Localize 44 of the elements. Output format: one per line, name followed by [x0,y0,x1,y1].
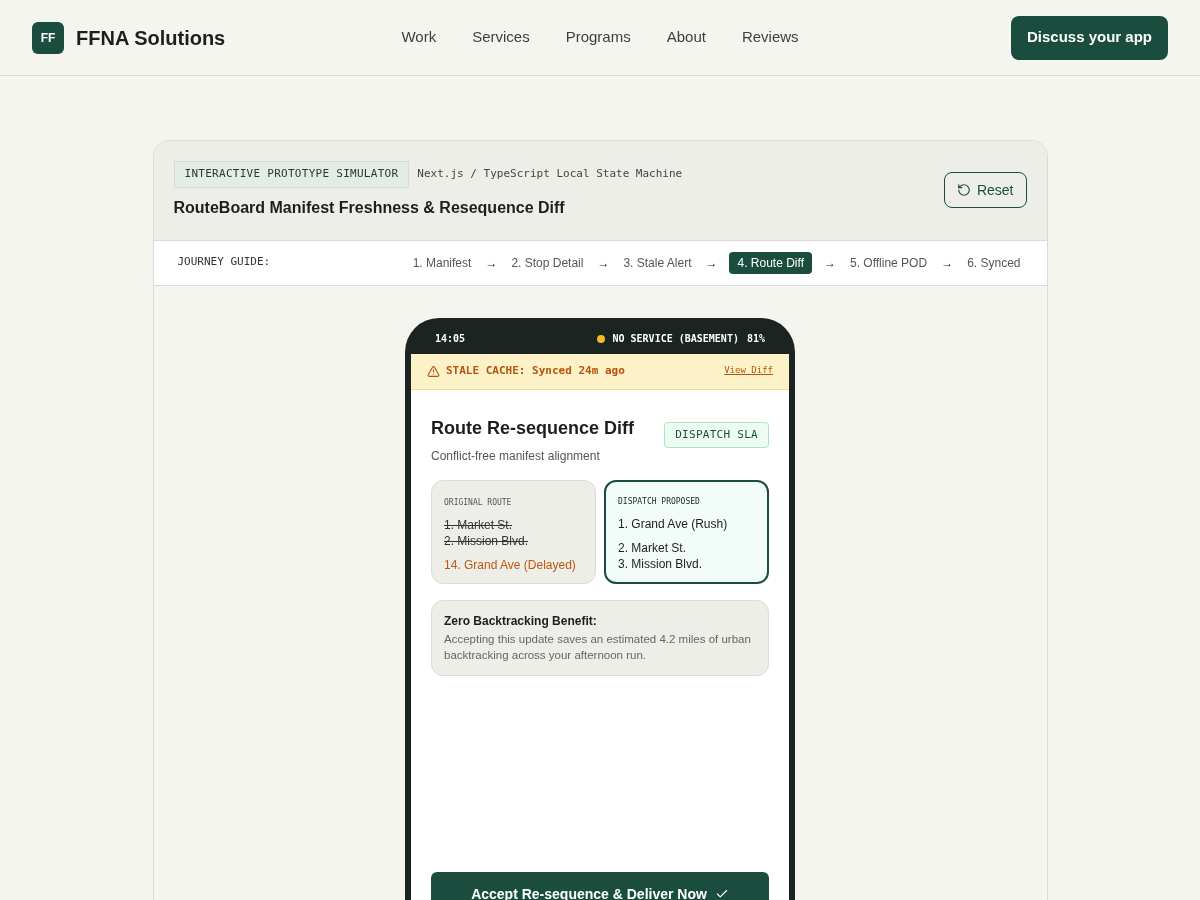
journey-step[interactable]: 6. Synced [965,253,1023,272]
route-stop: 14. Grand Ave (Delayed) [444,556,577,573]
arrow-separator: → [823,254,836,272]
journey-step[interactable]: 1. Manifest [410,253,474,272]
status-time: 14:05 [435,332,466,346]
nav-link[interactable]: Programs [565,26,631,49]
reset-icon [956,183,971,198]
view-diff-link[interactable]: View Diff [724,364,773,378]
nav-link[interactable]: Services [472,26,530,49]
benefit-title: Zero Backtracking Benefit: [444,612,598,629]
discuss-button[interactable]: Discuss your app [1010,15,1168,60]
diff-title: Route Re-sequence Diff [431,416,635,440]
stack-label: Next.js / TypeScript Local State Machine [417,166,683,182]
route-stop: 2. Market St. [618,539,688,556]
route-stop: 1. Grand Ave (Rush) [618,515,729,532]
dispatch-sla-tag: DISPATCH SLA [664,421,769,448]
reset-button[interactable]: Reset [943,172,1027,209]
journey-step[interactable]: 4. Route Diff [729,251,812,274]
route-stop: 1. Market St. [444,516,514,533]
journey-label: JOURNEY GUIDE: [177,254,271,271]
nav-link[interactable]: Reviews [741,26,799,49]
arrow-separator: → [597,254,610,272]
brand-name: FFNA Solutions [76,25,226,51]
card-heading: DISPATCH PROPOSED [618,495,701,508]
stale-cache-text: STALE CACHE: Synced 24m ago [446,362,625,379]
card-heading: ORIGINAL ROUTE [444,496,513,509]
nav-link[interactable]: Work [401,26,437,49]
route-stop: 3. Mission Blvd. [618,555,704,572]
network-status: NO SERVICE (BASEMENT) [612,332,739,346]
benefit-text: Accepting this update saves an estimated 4.2 miles of urban backtracking across your afternoon run. [444,631,752,663]
diff-subtitle: Conflict-free manifest alignment [431,447,601,464]
journey-step[interactable]: 3. Stale Alert [621,253,694,272]
arrow-separator: → [941,254,954,272]
simulator-badge: INTERACTIVE PROTOTYPE SIMULATOR [173,161,410,188]
route-stop: 2. Mission Blvd. [444,532,530,549]
logo-mark[interactable]: FF [32,21,64,54]
journey-step[interactable]: 5. Offline POD [847,253,930,272]
battery-level: 81% [746,332,765,346]
simulator-title: RouteBoard Manifest Freshness & Resequence Diff [173,197,566,218]
arrow-separator: → [485,254,498,272]
nav-link[interactable]: About [666,26,706,49]
journey-step[interactable]: 2. Stop Detail [509,253,586,272]
warning-icon [427,364,440,378]
arrow-separator: → [705,254,718,272]
